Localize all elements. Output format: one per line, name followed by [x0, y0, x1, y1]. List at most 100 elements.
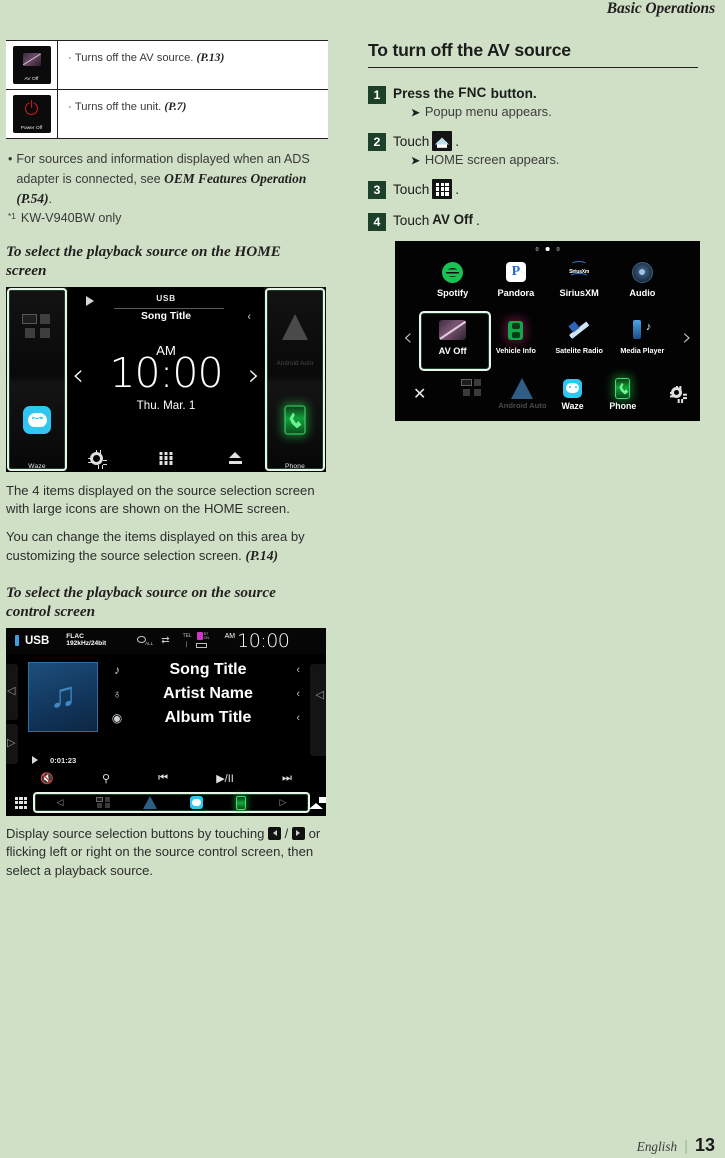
table-icon-cell: AV Off	[6, 41, 58, 89]
title-rule	[368, 67, 698, 68]
av-off-selection-highlight	[419, 311, 491, 372]
prev-page-arrow-icon[interactable]: ‹	[403, 325, 413, 349]
step-3-suffix: .	[455, 181, 460, 197]
vehicle-info-icon	[508, 320, 524, 340]
close-icon[interactable]: ✕	[413, 387, 426, 403]
audio-icon	[631, 261, 653, 283]
home-tile-android-auto[interactable]: Android Auto	[264, 287, 326, 380]
track-row-artist[interactable]: ♁ Artist Name ‹	[106, 682, 301, 706]
source-cell-apps[interactable]	[447, 375, 497, 411]
source-grid-row-1: Spotify P Pandora SiriusXm SiriusXM Audi…	[421, 257, 674, 313]
home-tile-phone[interactable]: Phone	[264, 379, 326, 472]
note-text-after: .	[48, 191, 53, 206]
track-row-song[interactable]: ♪ Song Title ‹	[106, 658, 300, 682]
source-right-flick-button[interactable]: ◁	[310, 663, 326, 756]
bluetooth-battery-icon	[196, 632, 203, 641]
play-pause-icon[interactable]: ▶/II	[216, 772, 234, 785]
source-cell-phone[interactable]: Phone	[598, 375, 648, 411]
source-selection-strip[interactable]: ◁ ▷	[33, 792, 310, 814]
footnote: *1 KW-V940BW only	[8, 211, 334, 225]
phone-icon[interactable]	[236, 795, 247, 810]
table-text-cell: · Turns off the unit. (P.7)	[58, 90, 328, 138]
source-left-flick-button[interactable]: ◁	[6, 663, 18, 720]
home-source-label: USB	[156, 292, 176, 303]
step-4-number: 4	[368, 213, 386, 232]
table-icon-cell: Power Off	[6, 90, 58, 138]
home-tile-apps[interactable]	[6, 287, 68, 380]
strip-arrow-right-icon[interactable]: ▷	[280, 797, 287, 808]
source-label-pandora: Pandora	[497, 288, 535, 299]
source-bottom-row: ✕ Android Auto Waze Phone	[395, 375, 700, 417]
gear-icon[interactable]	[669, 385, 682, 399]
apps-icon[interactable]	[96, 796, 110, 809]
step-3-prefix: Touch	[393, 181, 430, 197]
apps-grid-icon[interactable]	[159, 451, 173, 465]
search-icon[interactable]: ⚲	[102, 772, 110, 785]
previous-track-icon[interactable]: ⏮	[158, 772, 168, 785]
gear-icon[interactable]	[88, 449, 103, 465]
step-1-suffix: button.	[490, 86, 537, 101]
av-off-button-label: AV Off	[432, 212, 473, 228]
step-2-prefix: Touch	[393, 133, 430, 149]
source-cell-spotify[interactable]: Spotify	[421, 257, 484, 313]
source-cell-siriusxm[interactable]: SiriusXm SiriusXM	[548, 257, 611, 313]
waze-icon[interactable]	[190, 796, 204, 810]
track-row-album[interactable]: ◉ Album Title ‹	[106, 706, 300, 730]
mute-icon[interactable]: 🔇	[40, 772, 54, 785]
av-off-icon: AV Off	[12, 46, 51, 84]
source-label-siriusxm: SiriusXM	[559, 288, 599, 299]
footer-page-number: 13	[694, 1135, 715, 1155]
source-cell-android-auto[interactable]: Android Auto	[497, 375, 547, 411]
chevron-left-icon[interactable]: ‹	[288, 688, 300, 700]
step-4-suffix: .	[475, 213, 480, 229]
source-cell-satellite-radio[interactable]: Satelite Radio	[548, 315, 611, 371]
strip-arrow-left-icon[interactable]: ◁	[57, 797, 64, 808]
source-bottom-cells: Android Auto Waze Phone	[447, 375, 648, 411]
apps-grid-icon[interactable]	[15, 796, 27, 809]
step-4-line: Touch AV Off .	[393, 211, 708, 230]
home-tile-phone-label: Phone	[284, 462, 306, 470]
step-2: 2 Touch . ➤ HOME screen appears.	[368, 131, 708, 177]
waze-icon	[23, 405, 51, 434]
step-1: 1 Press the FNC button. ➤ Popup menu app…	[368, 84, 708, 129]
home-song-chevron-icon[interactable]: ‹	[247, 311, 251, 323]
source-cell-vehicle-info[interactable]: Vehicle Info	[484, 315, 547, 371]
source-cell-audio[interactable]: Audio	[611, 257, 674, 313]
page-indicator-dots	[535, 247, 560, 251]
page-dot-active	[545, 247, 550, 251]
fnc-button-label: FNC	[458, 85, 487, 101]
step-3: 3 Touch .	[368, 179, 708, 200]
step-1-result: ➤ Popup menu appears.	[411, 104, 708, 119]
result-arrow-icon: ➤	[411, 155, 420, 168]
telephone-status: TEL BT ON ▕	[182, 632, 217, 649]
play-state-icon	[32, 756, 38, 765]
heading-home-source: To select the playback source on the HOM…	[6, 242, 281, 280]
codec-rate: 192kHz/24bit	[66, 640, 107, 648]
album-artwork	[28, 661, 98, 732]
note-icon: ♪	[114, 662, 120, 677]
chevron-left-icon[interactable]: ‹	[288, 712, 300, 724]
source-left-flick-button-2[interactable]: ▷	[6, 723, 18, 764]
home-next-arrow-icon[interactable]: ›	[248, 360, 260, 391]
home-tile-waze[interactable]: Waze	[6, 379, 68, 472]
home-song-title: Song Title	[140, 310, 192, 322]
next-page-arrow-icon[interactable]: ›	[682, 325, 692, 349]
source-cell-waze[interactable]: Waze	[548, 375, 598, 411]
table-bullet: ·	[68, 52, 75, 64]
next-track-icon[interactable]: ⏭	[282, 772, 292, 785]
source-cell-media-player[interactable]: ♪ Media Player	[611, 315, 674, 371]
source-ampm: AM	[224, 632, 236, 640]
table-row: Power Off · Turns off the unit. (P.7)	[6, 89, 328, 138]
artist-icon: ♁	[112, 686, 122, 701]
left-column: AV Off · Turns off the AV source. (P.13)…	[4, 40, 334, 889]
paragraph-home-items: The 4 items displayed on the source sele…	[6, 482, 315, 517]
android-auto-icon	[282, 314, 308, 341]
home-left-column: Waze	[6, 286, 68, 472]
chevron-left-icon[interactable]: ‹	[288, 664, 300, 676]
eject-icon[interactable]	[229, 451, 242, 464]
source-cell-pandora[interactable]: P Pandora	[484, 257, 547, 313]
transport-controls: 🔇 ⚲ ⏮ ▶/II ⏭	[6, 772, 326, 785]
tel-label: TEL	[182, 633, 192, 640]
android-auto-icon[interactable]	[143, 796, 158, 810]
paragraph-customize-ref: (P.14)	[245, 548, 279, 564]
